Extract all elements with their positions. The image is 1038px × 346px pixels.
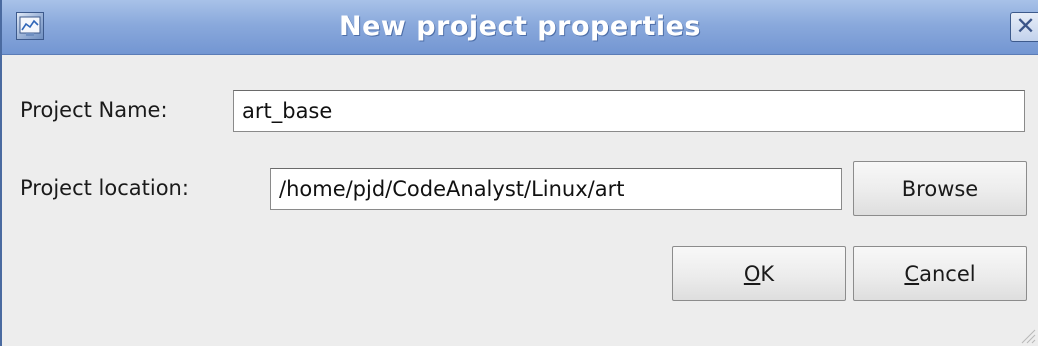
project-location-label: Project location: — [20, 176, 189, 200]
title-bar[interactable]: New project properties ✕ — [2, 0, 1038, 55]
browse-button-label: Browse — [901, 176, 979, 201]
cancel-mnemonic: C — [904, 261, 920, 286]
ok-button[interactable]: OK — [672, 246, 846, 301]
project-location-input[interactable] — [270, 168, 842, 210]
dialog-title: New project properties — [338, 11, 701, 42]
project-name-input[interactable] — [233, 90, 1025, 132]
ok-mnemonic: O — [743, 261, 761, 286]
browse-button[interactable]: Browse — [853, 161, 1027, 216]
dialog-window: New project properties ✕ Project Name: P… — [0, 0, 1038, 346]
project-name-label: Project Name: — [20, 98, 168, 122]
cancel-button[interactable]: Cancel — [853, 246, 1027, 301]
ok-label-rest: K — [760, 261, 775, 286]
close-icon[interactable]: ✕ — [1010, 12, 1038, 42]
resize-grip-icon[interactable] — [1018, 326, 1036, 344]
cancel-label-rest: ancel — [919, 261, 976, 286]
